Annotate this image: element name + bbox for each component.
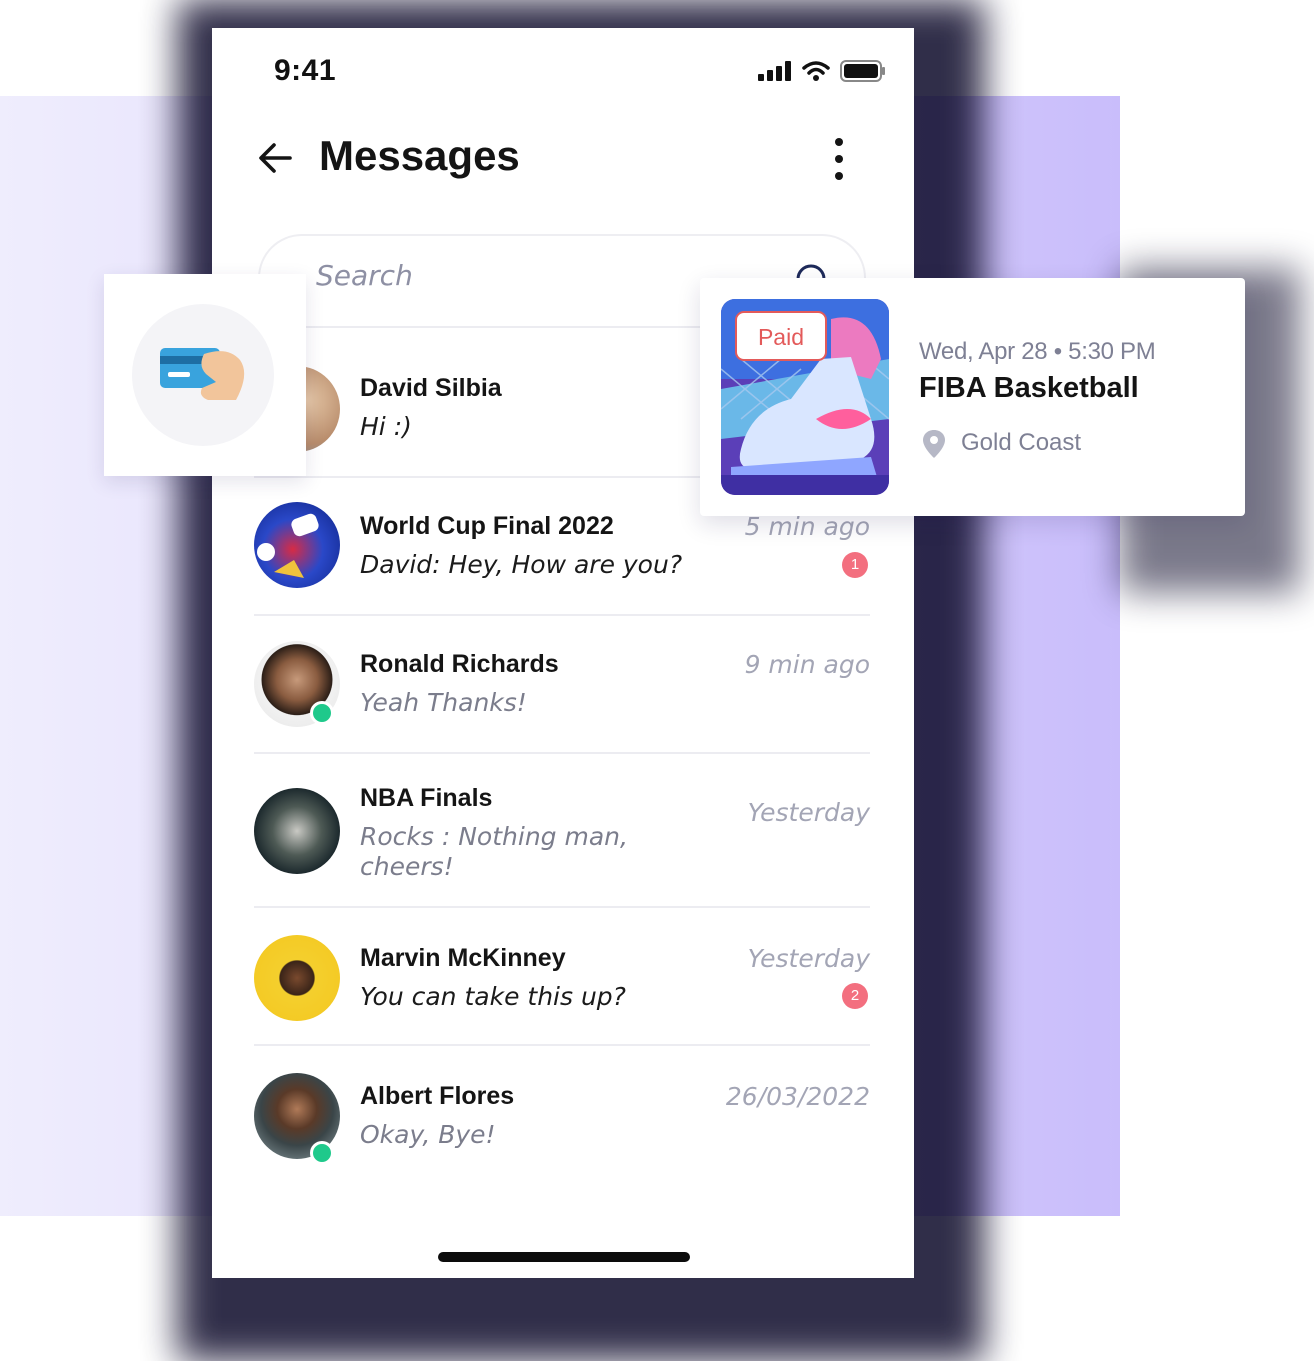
page-title: Messages [319,132,520,179]
online-indicator [310,701,334,725]
payment-card [104,274,306,476]
back-arrow-icon[interactable] [256,138,296,178]
status-icons [758,60,886,82]
home-indicator [438,1252,690,1262]
chat-preview: Okay, Bye! [360,1120,496,1149]
more-vertical-icon[interactable] [824,136,854,182]
chat-name: Marvin McKinney [360,944,566,972]
avatar [254,788,340,874]
chat-name: Albert Flores [360,1082,515,1110]
chat-name: David Silbia [360,374,502,402]
chat-row-marvin-mckinney[interactable]: Marvin McKinney You can take this up? Ye… [254,908,870,1044]
chat-time: Yesterday [747,798,870,827]
unread-badge: 1 [842,552,868,578]
chat-row-albert-flores[interactable]: Albert Flores Okay, Bye! 26/03/2022 [254,1046,870,1184]
phone-screen: 9:41 Messages Search David Silbia Hi:) … [212,28,914,1278]
chat-time: Yesterday [747,944,870,973]
event-image: Paid [721,299,889,495]
payment-icon-background [132,304,274,446]
location-pin-icon [923,430,945,458]
credit-card-hand-icon [160,348,245,400]
chat-time: 9 min ago [744,650,870,679]
unread-badge: 2 [842,983,868,1009]
chat-name: World Cup Final 2022 [360,512,614,540]
avatar [254,502,340,588]
chat-name: Ronald Richards [360,650,559,678]
chat-name: NBA Finals [360,784,493,812]
chat-row-ronald-richards[interactable]: Ronald Richards Yeah Thanks! 9 min ago [254,616,870,752]
wifi-icon [802,61,830,81]
chat-preview: You can take this up? [360,982,626,1011]
online-indicator [310,1141,334,1165]
chat-row-nba-finals[interactable]: NBA Finals Rocks : Nothing man, cheers! … [254,754,870,906]
world-cup-artwork [257,513,319,578]
event-datetime: Wed, Apr 28 • 5:30 PM [919,338,1156,365]
status-time: 9:41 [274,54,337,87]
chat-time: 26/03/2022 [725,1082,870,1111]
chat-preview: Rocks : Nothing man, cheers! [360,822,628,881]
chat-preview: Hi :) [360,412,412,441]
event-location: Gold Coast [961,429,1082,456]
chat-preview: David: Hey, How are you? [360,550,683,579]
battery-icon [840,60,885,82]
paid-badge: Paid [735,311,827,361]
chat-time: 5 min ago [744,512,870,541]
signal-icon [758,61,791,81]
event-title: FIBA Basketball [919,372,1139,404]
chat-preview: Yeah Thanks! [360,688,527,717]
avatar [254,935,340,1021]
event-card[interactable]: Paid Wed, Apr 28 • 5:30 PM FIBA Basketba… [700,278,1245,516]
